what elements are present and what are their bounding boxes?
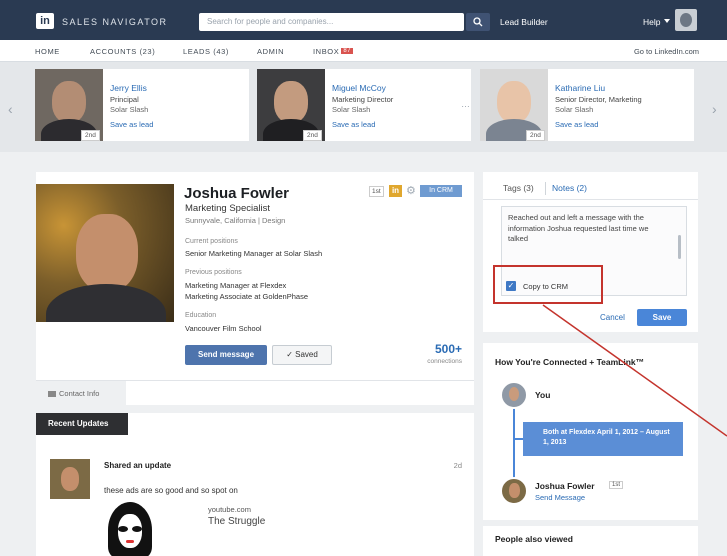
annotation-arrow [542, 304, 727, 437]
